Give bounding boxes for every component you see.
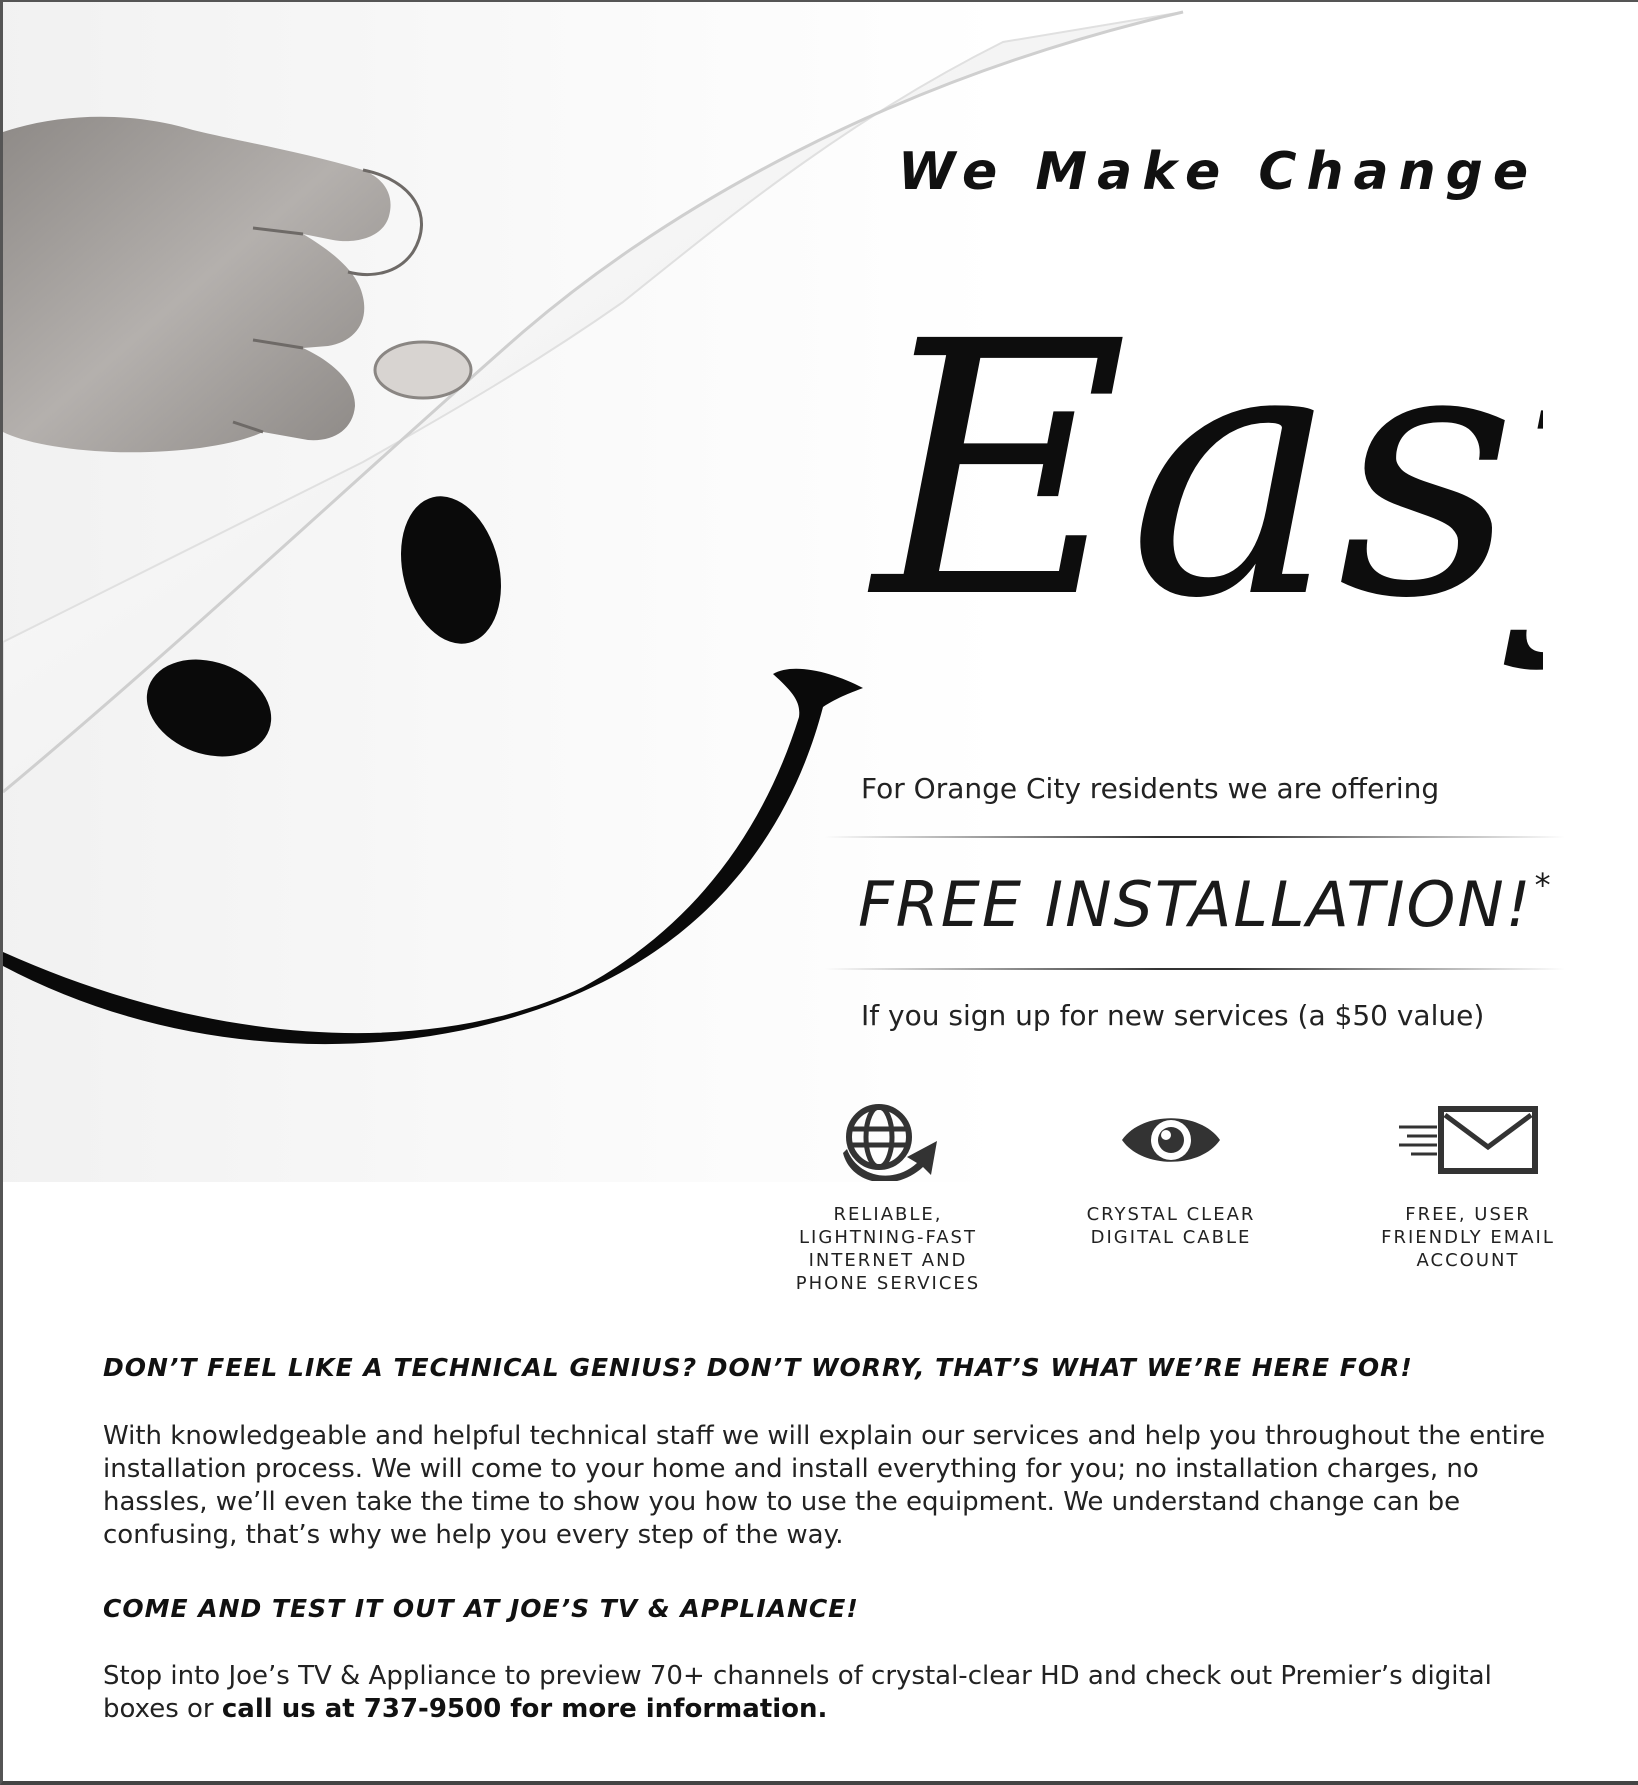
offer-asterisk: * — [1534, 866, 1553, 905]
section2-heading: COME AND TEST IT OUT AT JOE’S TV & APPLI… — [103, 1594, 859, 1623]
feature-cable-caption: CRYSTAL CLEAR DIGITAL CABLE — [1086, 1204, 1256, 1248]
feature-internet-caption: RELIABLE, LIGHTNING-FAST INTERNET AND PH… — [795, 1204, 981, 1294]
offer-condition: If you sign up for new services (a $50 v… — [861, 999, 1485, 1032]
feature-internet: RELIABLE, LIGHTNING-FAST INTERNET AND PH… — [773, 1099, 1003, 1295]
section1-body: With knowledgeable and helpful technical… — [103, 1421, 1546, 1550]
divider-top — [825, 836, 1565, 838]
offer-headline-text: FREE INSTALLATION! — [858, 868, 1533, 941]
offer-headline: FREE INSTALLATION!* — [858, 866, 1553, 941]
section2-body: Stop into Joe’s TV & Appliance to previe… — [103, 1660, 1563, 1726]
globe-arrow-icon — [843, 1104, 937, 1181]
email-envelope-icon — [1399, 1106, 1538, 1174]
eye-icon — [1122, 1118, 1220, 1162]
flyer-page: We Make Change Easy For Orange City resi… — [0, 0, 1638, 1785]
feature-cable: CRYSTAL CLEAR DIGITAL CABLE — [1056, 1099, 1286, 1249]
feature-email-caption: FREE, USER FRIENDLY EMAIL ACCOUNT — [1381, 1204, 1555, 1271]
hero-word-text: Easy — [868, 267, 1543, 675]
offer-intro: For Orange City residents we are offerin… — [861, 772, 1440, 805]
feature-email: FREE, USER FRIENDLY EMAIL ACCOUNT — [1353, 1099, 1583, 1272]
divider-bottom — [825, 968, 1565, 970]
call-to-action-phone: call us at 737-9500 for more information… — [221, 1694, 828, 1724]
headline: We Make Change — [898, 142, 1539, 202]
section1-heading: DON’T FEEL LIKE A TECHNICAL GENIUS? DON’… — [103, 1353, 1413, 1382]
hero-word-easy: Easy — [868, 267, 1543, 675]
